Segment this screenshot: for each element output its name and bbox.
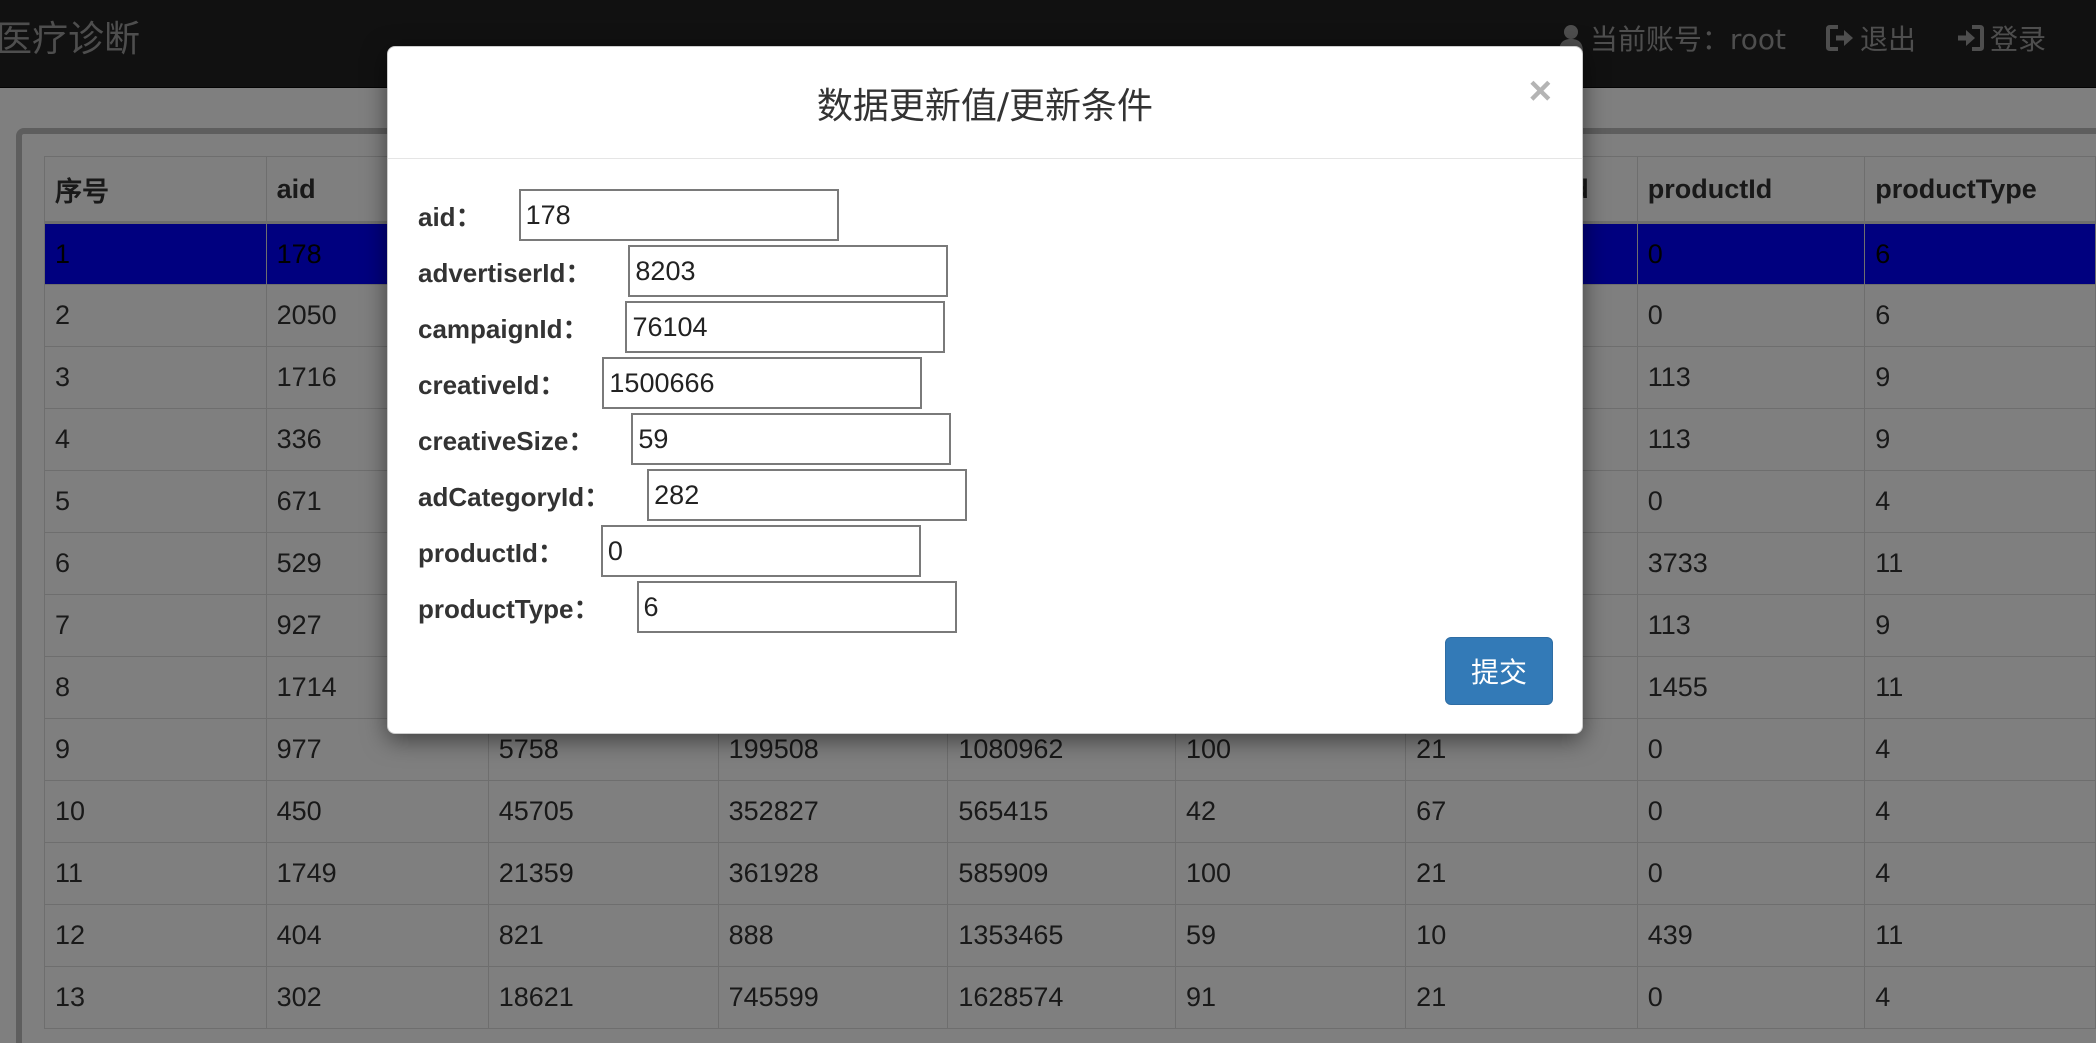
product-type-field[interactable] [636,581,957,633]
field-label-campaign-id: campaignId： [418,313,589,344]
field-row-creative-id: creativeId： [418,357,923,409]
update-dialog: 数据更新值/更新条件 × aid： advertiserId： campaign… [387,46,1583,734]
field-label-creative-size: creativeSize： [418,425,595,456]
creative-size-field[interactable] [631,413,952,465]
field-label-product-type: productType： [418,593,600,624]
field-row-advertiser-id: advertiserId： [418,245,949,297]
field-label-product-id: productId： [418,537,564,568]
field-label-advertiser-id: advertiserId： [418,257,592,288]
field-label-ad-category-id: adCategoryId： [418,481,611,512]
close-icon[interactable]: × [1529,69,1552,113]
field-row-ad-category-id: adCategoryId： [418,469,968,521]
dialog-title: 数据更新值/更新条件 [816,86,1154,127]
field-row-product-id: productId： [418,525,921,577]
campaign-id-field[interactable] [625,301,946,353]
creative-id-field[interactable] [602,357,923,409]
advertiser-id-field[interactable] [628,245,949,297]
page: 医疗诊断 当前账号：root [0,0,2096,1043]
ad-category-id-field[interactable] [647,469,968,521]
product-id-field[interactable] [600,525,921,577]
submit-button[interactable]: 提交 [1445,637,1553,705]
field-label-creative-id: creativeId： [418,369,566,400]
field-row-product-type: productType： [418,581,957,633]
field-row-aid: aid： [418,189,839,241]
field-row-creative-size: creativeSize： [418,413,952,465]
field-row-campaign-id: campaignId： [418,301,946,353]
aid-field[interactable] [518,189,839,241]
dialog-header: 数据更新值/更新条件 × [388,47,1582,159]
field-label-aid: aid： [418,201,482,232]
